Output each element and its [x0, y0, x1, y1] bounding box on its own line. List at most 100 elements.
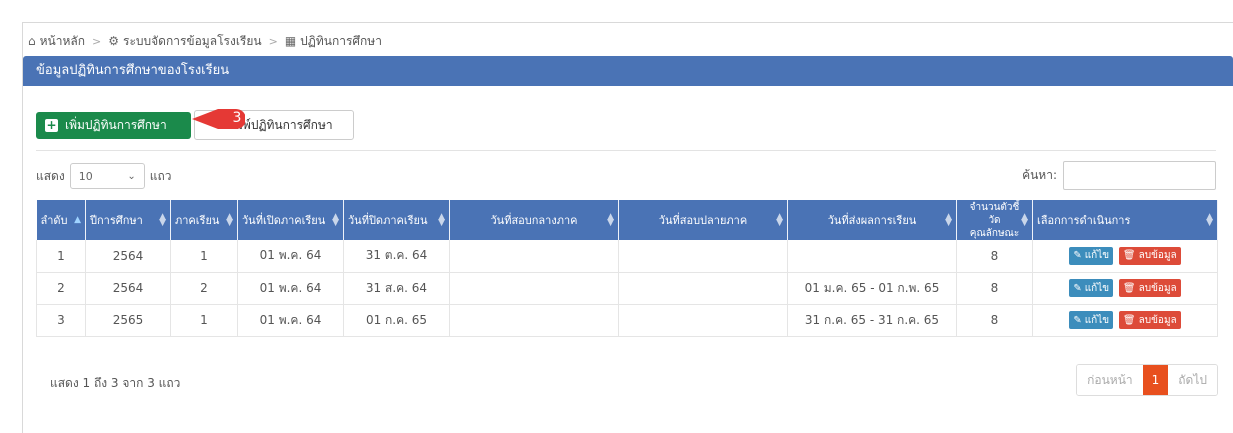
edit-icon: ✎ [1073, 314, 1082, 326]
breadcrumb-school-system[interactable]: ⚙ ระบบจัดการข้อมูลโรงเรียน [108, 32, 261, 51]
delete-button[interactable]: 🗑 ลบข้อมูล [1118, 246, 1181, 265]
next-page-button[interactable]: ถัดไป [1168, 365, 1217, 395]
sort-icon: ▲ ▼ [607, 212, 614, 228]
page-button-current[interactable]: 1 [1142, 365, 1169, 395]
cell-year: 2565 [85, 304, 171, 337]
edit-icon: ✎ [1073, 282, 1082, 294]
column-header-final[interactable]: วันที่สอบปลายภาค ▲ ▼ [618, 200, 788, 240]
edit-button[interactable]: ✎ แก้ไข [1069, 246, 1114, 265]
breadcrumb-separator: > [268, 34, 278, 48]
trash-icon: 🗑 [1122, 250, 1136, 262]
cell-no: 2 [36, 272, 86, 305]
breadcrumb-school-system-label: ระบบจัดการข้อมูลโรงเรียน [123, 33, 262, 48]
divider [36, 150, 1216, 151]
sort-icon: ▲ ▼ [159, 212, 166, 228]
edit-button[interactable]: ✎ แก้ไข [1069, 311, 1114, 329]
sort-icon: ▲ ▼ [1021, 212, 1028, 228]
page-length-select[interactable]: 10 ⌄ [69, 163, 145, 189]
column-header-midterm[interactable]: วันที่สอบกลางภาค ▲ ▼ [449, 200, 619, 240]
cell-grade-submit: 01 ม.ค. 65 - 01 ก.พ. 65 [787, 272, 957, 305]
length-prefix: แสดง [36, 168, 65, 183]
cell-open-date: 01 พ.ค. 64 [237, 304, 344, 337]
sort-icon: ▲ ▼ [1206, 212, 1213, 228]
column-header-year[interactable]: ปีการศึกษา ▲ ▼ [85, 200, 171, 240]
pagination: ก่อนหน้า 1 ถัดไป [1076, 364, 1218, 396]
cell-actions: ✎ แก้ไข 🗑 ลบข้อมูล [1032, 240, 1218, 273]
cell-open-date: 01 พ.ค. 64 [237, 240, 344, 273]
cell-indicators: 8 [956, 304, 1033, 337]
cell-indicators: 8 [956, 272, 1033, 305]
delete-button[interactable]: 🗑 ลบข้อมูล [1118, 311, 1181, 329]
plus-square-icon: + [45, 118, 58, 132]
breadcrumb-calendar-label: ปฏิทินการศึกษา [300, 33, 382, 48]
step-marker-number: 3 [232, 110, 242, 126]
edit-icon: ✎ [1073, 250, 1082, 262]
length-suffix: แถว [149, 168, 172, 183]
column-header-open-date[interactable]: วันที่เปิดภาคเรียน ▲ ▼ [237, 200, 344, 240]
table-row: 3 2565 1 01 พ.ค. 64 01 ก.ค. 65 31 ก.ค. 6… [36, 304, 1218, 337]
prev-page-button[interactable]: ก่อนหน้า [1077, 365, 1143, 395]
cell-midterm [449, 304, 619, 337]
panel-title: ข้อมูลปฏิทินการศึกษาของโรงเรียน [23, 56, 1233, 86]
cell-grade-submit [787, 240, 957, 273]
breadcrumb: ⌂ หน้าหลัก > ⚙ ระบบจัดการข้อมูลโรงเรียน … [28, 33, 382, 49]
column-header-indicators[interactable]: จำนวนตัวชี้วัด คุณลักษณะ ▲ ▼ [956, 200, 1033, 240]
search-label: ค้นหา: [1022, 167, 1057, 182]
table-row: 1 2564 1 01 พ.ค. 64 31 ต.ค. 64 8 ✎ แก้ไข … [36, 240, 1218, 273]
sort-icon: ▲ ▼ [945, 212, 952, 228]
sort-icon: ▲ ▼ [438, 212, 445, 228]
breadcrumb-home[interactable]: ⌂ หน้าหลัก [28, 32, 85, 51]
cell-midterm [449, 272, 619, 305]
sort-icon: ▲ ▼ [226, 212, 233, 228]
cell-midterm [449, 240, 619, 273]
cell-term: 2 [170, 272, 238, 305]
table-header-row: ลำดับ ▲ ปีการศึกษา ▲ ▼ ภาคเรียน ▲ ▼ วันที่เปิ… [36, 200, 1218, 240]
cell-year: 2564 [85, 272, 171, 305]
cell-grade-submit: 31 ก.ค. 65 - 31 ก.ค. 65 [787, 304, 957, 337]
breadcrumb-home-label: หน้าหลัก [39, 33, 86, 48]
breadcrumb-separator: > [92, 34, 102, 48]
print-calendar-label: มพ์ปฏิทินการศึกษา [235, 117, 333, 132]
sort-icon: ▲ ▼ [332, 212, 339, 228]
cell-final [618, 304, 788, 337]
page-length-value: 10 [78, 169, 93, 183]
calendar-icon: ▦ [284, 34, 297, 48]
column-header-close-date[interactable]: วันที่ปิดภาคเรียน ▲ ▼ [343, 200, 450, 240]
search-input[interactable] [1063, 160, 1216, 190]
search-control: ค้นหา: [1022, 160, 1216, 190]
cell-no: 3 [36, 304, 86, 337]
chevron-down-icon: ⌄ [127, 170, 136, 182]
gears-icon: ⚙ [108, 34, 119, 48]
trash-icon: 🗑 [1122, 314, 1136, 326]
cell-final [618, 240, 788, 273]
cell-no: 1 [36, 240, 86, 273]
cell-close-date: 31 ต.ค. 64 [343, 240, 450, 273]
edit-button[interactable]: ✎ แก้ไข [1069, 279, 1114, 297]
sort-icon: ▲ ▼ [776, 212, 783, 228]
cell-close-date: 31 ส.ค. 64 [343, 272, 450, 305]
column-header-grade-submit[interactable]: วันที่ส่งผลการเรียน ▲ ▼ [787, 200, 957, 240]
cell-term: 1 [170, 240, 238, 273]
add-calendar-label: เพิ่มปฏิทินการศึกษา [65, 118, 167, 132]
cell-final [618, 272, 788, 305]
column-header-actions[interactable]: เลือกการดำเนินการ ▲ ▼ [1032, 200, 1218, 240]
table-row: 2 2564 2 01 พ.ค. 64 31 ส.ค. 64 01 ม.ค. 6… [36, 272, 1218, 305]
table-info: แสดง 1 ถึง 3 จาก 3 แถว [50, 376, 181, 390]
page-length-control: แสดง 10 ⌄ แถว [36, 163, 171, 189]
column-header-no[interactable]: ลำดับ ▲ [36, 200, 86, 240]
trash-icon: 🗑 [1122, 282, 1136, 294]
cell-open-date: 01 พ.ค. 64 [237, 272, 344, 305]
cell-actions: ✎ แก้ไข 🗑 ลบข้อมูล [1032, 304, 1218, 337]
cell-indicators: 8 [956, 240, 1033, 273]
sort-asc-icon: ▲ [74, 215, 81, 225]
delete-button[interactable]: 🗑 ลบข้อมูล [1118, 279, 1181, 297]
cell-actions: ✎ แก้ไข 🗑 ลบข้อมูล [1032, 272, 1218, 305]
home-icon: ⌂ [28, 34, 36, 48]
calendar-table: ลำดับ ▲ ปีการศึกษา ▲ ▼ ภาคเรียน ▲ ▼ วันที่เปิ… [36, 200, 1218, 337]
cell-term: 1 [170, 304, 238, 337]
cell-close-date: 01 ก.ค. 65 [343, 304, 450, 337]
cell-year: 2564 [85, 240, 171, 273]
breadcrumb-calendar: ▦ ปฏิทินการศึกษา [285, 32, 382, 51]
column-header-term[interactable]: ภาคเรียน ▲ ▼ [170, 200, 238, 240]
add-calendar-button[interactable]: + เพิ่มปฏิทินการศึกษา [36, 112, 191, 139]
